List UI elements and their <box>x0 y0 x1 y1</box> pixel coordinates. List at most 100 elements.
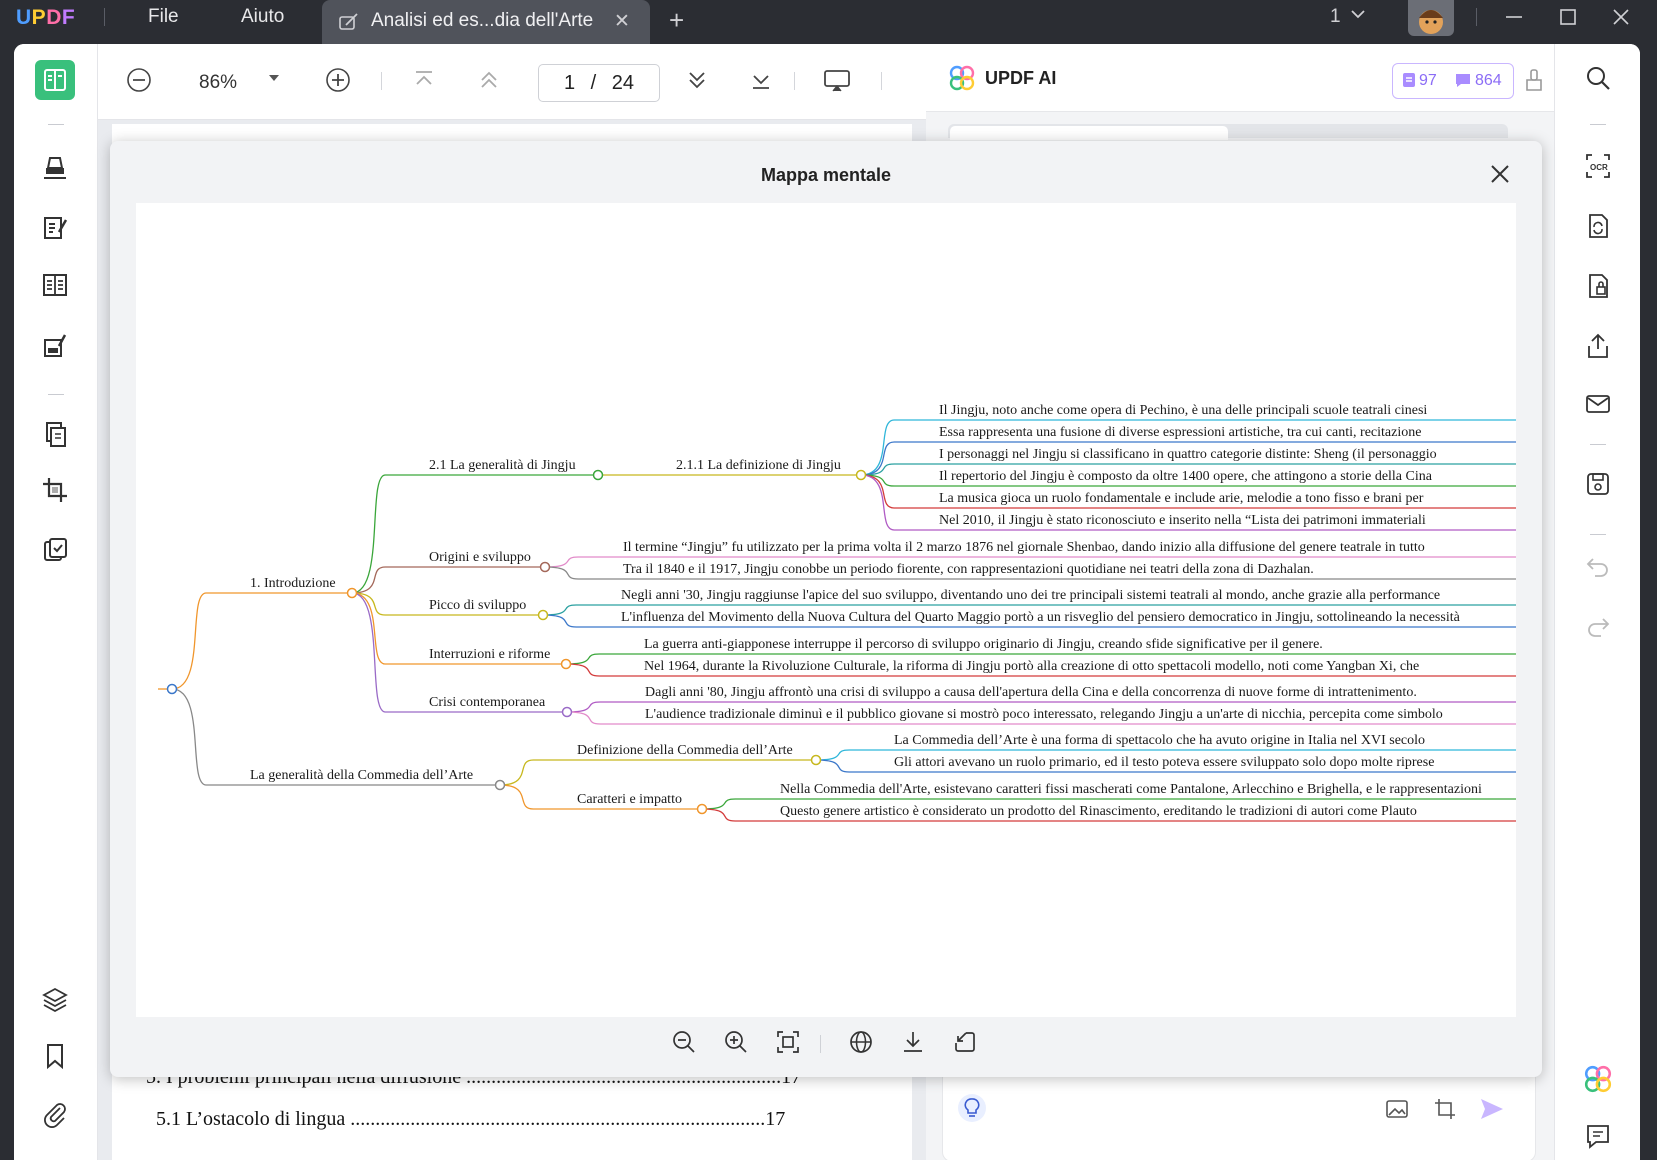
mindmap-canvas[interactable]: 1. Introduzione La generalità della Comme… <box>136 203 1516 1017</box>
image-upload-icon[interactable] <box>1385 1097 1409 1126</box>
leaf-interruzioni[interactable]: La guerra anti-giapponese interruppe il … <box>644 637 1323 652</box>
svg-text:OCR: OCR <box>1590 163 1608 172</box>
leaf-origini[interactable]: Tra il 1840 e il 1917, Jingju conobbe un… <box>623 562 1314 577</box>
zoom-out-icon[interactable] <box>669 1027 699 1057</box>
zoom-in-icon[interactable] <box>721 1027 751 1057</box>
comment-icon[interactable] <box>1582 1120 1614 1152</box>
leaf-def_commedia[interactable]: La Commedia dell’Arte è una forma di spe… <box>894 733 1425 748</box>
fit-icon[interactable] <box>773 1027 803 1057</box>
toc-entry[interactable]: 5.1 L’ostacolo di lingua ...............… <box>156 1108 785 1131</box>
node-dot[interactable] <box>592 469 604 481</box>
ocr-copy-icon[interactable] <box>35 530 75 570</box>
ai-logo-icon[interactable] <box>1582 1063 1614 1095</box>
previous-page-icon[interactable] <box>476 66 502 99</box>
leaf-def_jingju[interactable]: Nel 2010, il Jingju è stato riconosciuto… <box>939 513 1426 528</box>
node-dot[interactable] <box>696 803 708 815</box>
node-crisi[interactable]: Crisi contemporanea <box>429 695 546 710</box>
node-caratteri[interactable]: Caratteri e impatto <box>577 792 682 807</box>
edit-pdf-icon[interactable] <box>35 208 75 248</box>
tab-ask-pdf[interactable] <box>950 126 1228 140</box>
share-icon[interactable] <box>1582 330 1614 362</box>
redo-icon[interactable] <box>1582 610 1614 642</box>
first-page-icon[interactable] <box>411 66 437 99</box>
node-picco[interactable]: Picco di sviluppo <box>429 598 526 613</box>
fill-sign-icon[interactable] <box>35 326 75 366</box>
node-dot[interactable] <box>561 706 573 718</box>
highlighter-icon[interactable] <box>35 148 75 188</box>
root-node-dot[interactable] <box>166 683 178 695</box>
send-icon[interactable] <box>1479 1097 1505 1126</box>
reader-icon[interactable] <box>35 60 75 100</box>
prompt-tips-icon[interactable] <box>957 1093 987 1128</box>
zoom-out-icon[interactable] <box>125 66 153 99</box>
save-icon[interactable] <box>1582 468 1614 500</box>
clean-icon[interactable] <box>1524 68 1544 97</box>
node-dot[interactable] <box>855 469 867 481</box>
node-gen_jingju[interactable]: 2.1 La generalità di Jingju <box>429 458 576 473</box>
tab-close-icon[interactable]: ✕ <box>614 10 630 33</box>
leaf-picco[interactable]: Negli anni '30, Jingju raggiunse l'apice… <box>621 588 1440 603</box>
leaf-caratteri[interactable]: Nella Commedia dell'Arte, esistevano car… <box>780 782 1482 797</box>
node-def_commedia[interactable]: Definizione della Commedia dell’Arte <box>577 743 793 758</box>
close-window-icon[interactable] <box>1610 6 1632 34</box>
download-icon[interactable] <box>898 1027 928 1057</box>
presentation-icon[interactable] <box>822 66 852 99</box>
node-dot[interactable] <box>560 658 572 670</box>
pages-icon[interactable] <box>35 414 75 454</box>
node-dot[interactable] <box>494 779 506 791</box>
layers-icon[interactable] <box>35 979 75 1019</box>
search-icon[interactable] <box>1582 62 1614 94</box>
minimize-icon[interactable] <box>1503 6 1525 34</box>
maximize-icon[interactable] <box>1557 6 1579 34</box>
protect-icon[interactable] <box>1582 270 1614 302</box>
ai-input-box[interactable] <box>942 1068 1536 1160</box>
menu-help[interactable]: Aiuto <box>241 6 284 28</box>
leaf-def_jingju[interactable]: La musica gioca un ruolo fondamentale e … <box>939 491 1424 506</box>
leaf-def_jingju[interactable]: Il repertorio del Jingju è composto da o… <box>939 469 1433 484</box>
close-icon[interactable] <box>1486 160 1514 188</box>
node-dot[interactable] <box>810 754 822 766</box>
zoom-level[interactable]: 86% <box>199 72 237 94</box>
node-interruzioni[interactable]: Interruzioni e riforme <box>429 647 550 662</box>
zoom-in-icon[interactable] <box>324 66 352 99</box>
menu-file[interactable]: File <box>148 6 179 28</box>
bookmark-icon[interactable] <box>35 1036 75 1076</box>
leaf-crisi[interactable]: L'audience tradizionale diminuì e il pub… <box>645 707 1443 722</box>
globe-icon[interactable] <box>846 1027 876 1057</box>
node-origini[interactable]: Origini e sviluppo <box>429 550 531 565</box>
zoom-dropdown-icon[interactable] <box>266 70 282 91</box>
screenshot-crop-icon[interactable] <box>1433 1097 1457 1126</box>
node-dot[interactable] <box>537 609 549 621</box>
crop-icon[interactable] <box>35 470 75 510</box>
credits-badge[interactable]: 97 864 <box>1392 63 1514 99</box>
leaf-picco[interactable]: L'influenza del Movimento della Nuova Cu… <box>621 610 1461 625</box>
leaf-origini[interactable]: Il termine “Jingju” fu utilizzato per la… <box>623 540 1425 555</box>
insert-icon[interactable] <box>950 1027 980 1057</box>
convert-icon[interactable] <box>1582 210 1614 242</box>
organize-icon[interactable] <box>35 265 75 305</box>
node-dot[interactable] <box>539 561 551 573</box>
undo-icon[interactable] <box>1582 550 1614 582</box>
node-introduzione[interactable]: 1. Introduzione <box>250 576 336 591</box>
chevron-down-icon[interactable] <box>1348 4 1368 30</box>
page-number-field[interactable]: 1 / 24 <box>538 64 660 102</box>
leaf-crisi[interactable]: Dagli anni '80, Jingju affrontò una cris… <box>645 685 1417 700</box>
leaf-def_jingju[interactable]: I personaggi nel Jingju si classificano … <box>939 447 1437 462</box>
leaf-caratteri[interactable]: Questo genere artistico è considerato un… <box>780 804 1417 819</box>
new-tab-button[interactable]: + <box>669 5 684 36</box>
avatar[interactable] <box>1408 0 1454 36</box>
node-commedia[interactable]: La generalità della Commedia dell’Arte <box>250 768 473 783</box>
last-page-icon[interactable] <box>748 66 774 99</box>
leaf-def_commedia[interactable]: Gli attori avevano un ruolo primario, ed… <box>894 755 1434 770</box>
document-tab[interactable]: Analisi ed es...dia dell'Arte ✕ <box>322 0 650 44</box>
next-page-icon[interactable] <box>684 66 710 99</box>
leaf-interruzioni[interactable]: Nel 1964, durante la Rivoluzione Cultura… <box>644 659 1419 674</box>
attachment-icon[interactable] <box>35 1094 75 1134</box>
node-dot[interactable] <box>346 587 358 599</box>
leaf-def_jingju[interactable]: Il Jingju, noto anche come opera di Pech… <box>939 403 1427 418</box>
mail-icon[interactable] <box>1582 388 1614 420</box>
ocr-icon[interactable]: OCR <box>1582 150 1614 182</box>
mindmap-svg[interactable]: 1. Introduzione La generalità della Comme… <box>136 203 1516 1017</box>
leaf-def_jingju[interactable]: Essa rappresenta una fusione di diverse … <box>939 425 1421 440</box>
node-def-jingju[interactable]: 2.1.1 La definizione di Jingju <box>676 458 841 473</box>
